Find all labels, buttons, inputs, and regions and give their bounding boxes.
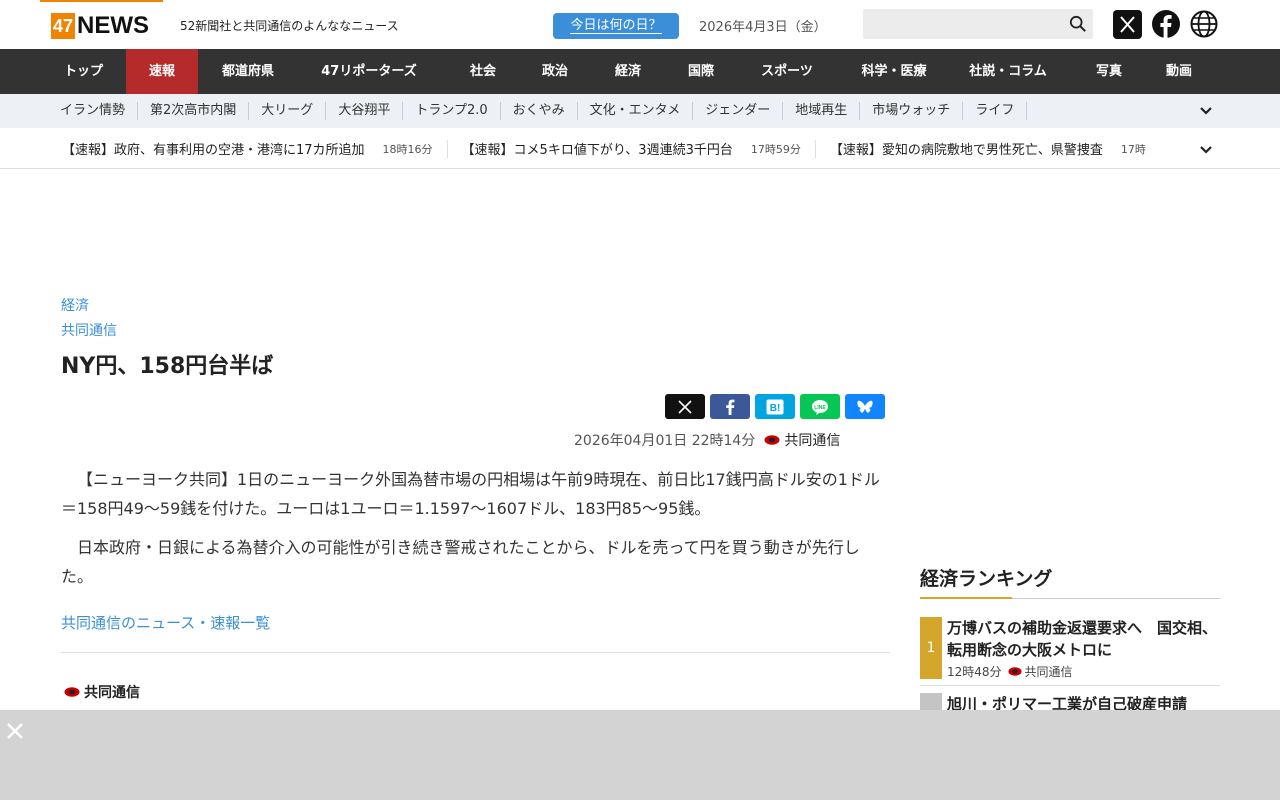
- ticker-item-title: 【速報】政府、有事利用の空港・港湾に17カ所追加: [62, 143, 365, 158]
- hatena-icon: B!: [766, 399, 784, 414]
- today-in-history-button[interactable]: 今日は何の日？: [553, 13, 679, 39]
- main-nav-item[interactable]: 動画: [1146, 49, 1212, 94]
- ticker-item[interactable]: 【速報】愛知の病院敷地で男性死亡、県警捜査 17時: [816, 140, 1160, 159]
- article-paragraph: 日本政府・日銀による為替介入の可能性が引き続き警戒されたことから、ドルを売って円…: [61, 538, 860, 586]
- bottom-ad-overlay: [0, 710, 1280, 800]
- kyodo-logo-icon: [764, 435, 780, 445]
- ticker-item-time: 18時16分: [382, 142, 433, 156]
- main-nav-item[interactable]: 写真: [1072, 49, 1146, 94]
- site-tagline: 52新聞社と共同通信のよんななニュース: [180, 19, 399, 33]
- ranking-title: 経済ランキング: [920, 568, 1053, 590]
- publisher-footer-link[interactable]: 共同通信: [64, 682, 140, 702]
- topic-nav-item[interactable]: 大リーグ: [249, 102, 327, 120]
- topic-nav-item[interactable]: イラン情勢: [48, 102, 139, 120]
- x-icon[interactable]: [1113, 10, 1142, 39]
- article-timestamp: 2026年04月01日 22時14分: [574, 433, 756, 449]
- facebook-icon: [726, 399, 735, 415]
- kyodo-logo-icon: [1007, 667, 1022, 676]
- site-header: 47 NEWS 52新聞社と共同通信のよんななニュース 今日は何の日？ 2026…: [0, 0, 1280, 49]
- ticker-item-title: 【速報】コメ5キロ値下がり、3週連続3千円台: [461, 143, 733, 158]
- main-nav-item[interactable]: 社会: [440, 49, 526, 94]
- logo-accent-line: [40, 0, 163, 2]
- ranking-item-publisher: 共同通信: [1024, 665, 1073, 679]
- ranking-item-meta: 12時48分 共同通信: [947, 663, 1073, 680]
- share-buttons: B! LINE: [665, 394, 885, 419]
- ranking-item[interactable]: 1 万博バスの補助金返還要求へ 国交相、転用断念の大阪メトロに 12時48分 共…: [920, 617, 1220, 679]
- search-icon[interactable]: [1069, 15, 1087, 33]
- bluesky-icon: [857, 400, 873, 413]
- ticker-item[interactable]: 【速報】コメ5キロ値下がり、3週連続3千円台 17時59分: [448, 139, 816, 158]
- ticker-item[interactable]: 【速報】政府、有事利用の空港・港湾に17カ所追加 18時16分: [48, 139, 448, 158]
- x-share-button[interactable]: [665, 394, 705, 419]
- breaking-news-ticker: 【速報】政府、有事利用の空港・港湾に17カ所追加 18時16分 【速報】コメ5キロ値…: [0, 128, 1280, 169]
- facebook-share-button[interactable]: [710, 394, 750, 419]
- search-box[interactable]: [863, 9, 1093, 39]
- article-paragraph: 【ニューヨーク共同】1日のニューヨーク外国為替市場の円相場は午前9時現在、前日比…: [61, 470, 880, 518]
- ranking-item-title: 万博バスの補助金返還要求へ 国交相、転用断念の大阪メトロに: [947, 619, 1218, 659]
- main-nav-item[interactable]: 47リポーターズ: [298, 49, 440, 94]
- main-nav-item[interactable]: 国際: [672, 49, 730, 94]
- main-nav-item[interactable]: 速報: [126, 49, 198, 94]
- ranking-number: 1: [920, 617, 942, 679]
- chevron-down-icon[interactable]: [1198, 141, 1214, 157]
- kyodo-logo-icon: [64, 687, 80, 697]
- topic-nav-item[interactable]: 文化・エンタメ: [578, 102, 694, 120]
- logo-number: 47: [51, 13, 76, 39]
- main-navigation: トップ 速報 都道府県 47リポーターズ 社会 政治 経済 国際 スポーツ 科学・医療 社説・コラム…: [0, 49, 1280, 94]
- svg-text:B!: B!: [770, 403, 781, 414]
- globe-icon[interactable]: [1190, 10, 1218, 38]
- topic-navigation: イラン情勢 第2次高市内閣 大リーグ 大谷翔平 トランプ2.0 おくやみ 文化・エンタメ ジェ…: [0, 94, 1280, 128]
- ranking-divider: [920, 685, 1220, 686]
- logo-word: NEWS: [77, 12, 150, 39]
- hatena-share-button[interactable]: B!: [755, 394, 795, 419]
- topic-nav-item[interactable]: 地域再生: [783, 102, 861, 120]
- publisher-footer-label: 共同通信: [84, 685, 140, 701]
- svg-text:LINE: LINE: [814, 405, 826, 411]
- main-nav-item[interactable]: 都道府県: [198, 49, 298, 94]
- article-publisher: 共同通信: [784, 433, 841, 449]
- today-button-label: 今日は何の日？: [570, 18, 662, 34]
- main-nav-item[interactable]: 政治: [526, 49, 584, 94]
- line-share-button[interactable]: LINE: [800, 394, 840, 419]
- topic-nav-item[interactable]: ジェンダー: [693, 102, 784, 120]
- topic-nav-item[interactable]: トランプ2.0: [403, 102, 501, 120]
- topic-nav-item[interactable]: 大谷翔平: [326, 102, 404, 120]
- chevron-down-icon[interactable]: [1198, 102, 1214, 118]
- ranking-item-time: 12時48分: [947, 665, 1002, 679]
- topic-nav-item[interactable]: 第2次高市内閣: [138, 102, 250, 120]
- ranking-rule-accent: [920, 597, 1012, 599]
- ticker-item-time: 17時59分: [750, 142, 801, 156]
- divider: [61, 652, 890, 653]
- site-logo[interactable]: 47 NEWS: [51, 12, 150, 39]
- article-headline: NY円、158円台半ば: [61, 354, 274, 379]
- article-meta: 2026年04月01日 22時14分 共同通信: [574, 430, 840, 450]
- current-date: 2026年4月3日（金）: [699, 20, 827, 35]
- main-nav-item[interactable]: 社説・コラム: [944, 49, 1072, 94]
- article-category-link[interactable]: 経済: [61, 295, 89, 315]
- ticker-item-time: 17時: [1120, 142, 1146, 156]
- x-icon: [678, 399, 692, 414]
- publisher-news-list-link[interactable]: 共同通信のニュース・速報一覧: [61, 612, 270, 633]
- main-nav-item[interactable]: トップ: [41, 49, 126, 94]
- article-source-link[interactable]: 共同通信: [61, 320, 117, 340]
- facebook-icon[interactable]: [1152, 10, 1180, 38]
- line-icon: LINE: [812, 399, 828, 415]
- ticker-item-title: 【速報】愛知の病院敷地で男性死亡、県警捜査: [829, 143, 1103, 158]
- main-nav-item[interactable]: スポーツ: [730, 49, 844, 94]
- topic-nav-item[interactable]: 市場ウォッチ: [860, 102, 964, 120]
- main-nav-item[interactable]: 科学・医療: [844, 49, 944, 94]
- main-nav-item[interactable]: 経済: [584, 49, 672, 94]
- bluesky-share-button[interactable]: [845, 394, 885, 419]
- topic-nav-item[interactable]: ライフ: [963, 102, 1028, 120]
- topic-nav-item[interactable]: おくやみ: [501, 102, 578, 120]
- article-body: 【ニューヨーク共同】1日のニューヨーク外国為替市場の円相場は午前9時現在、前日比…: [61, 465, 890, 601]
- close-icon[interactable]: [6, 722, 24, 740]
